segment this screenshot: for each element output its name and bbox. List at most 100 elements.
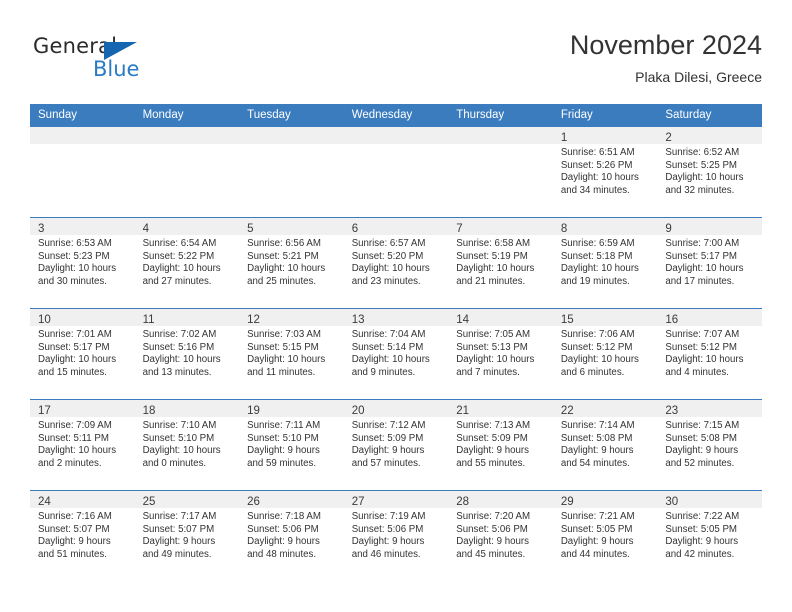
calendar-day-cell[interactable]: 28 Sunrise: 7:20 AM Sunset: 5:06 PM Dayligh…	[448, 490, 553, 581]
day-number-band: 23	[657, 400, 762, 417]
calendar-day-cell[interactable]: 15 Sunrise: 7:06 AM Sunset: 5:12 PM Dayligh…	[552, 308, 658, 400]
sunset-text: Sunset: 5:19 PM	[456, 250, 528, 262]
day-number: 18	[142, 405, 156, 417]
calendar-day-cell[interactable]: 3 Sunrise: 6:53 AM Sunset: 5:23 PM Daylight…	[30, 217, 135, 309]
day-sun-info	[344, 144, 449, 147]
day-sun-info: Sunrise: 6:58 AM Sunset: 5:19 PM Daylight:…	[448, 235, 553, 288]
day-sun-info: Sunrise: 6:59 AM Sunset: 5:18 PM Daylight:…	[553, 235, 658, 288]
sunset-text: Sunset: 5:26 PM	[560, 159, 633, 171]
sunset-text: Sunset: 5:16 PM	[142, 341, 215, 353]
daylight-text: Daylight: 9 hours and 57 minutes.	[351, 445, 425, 469]
day-sun-info: Sunrise: 7:18 AM Sunset: 5:06 PM Daylight:…	[239, 508, 344, 561]
sunrise-text: Sunrise: 7:07 AM	[665, 329, 740, 340]
sunrise-text: Sunrise: 7:21 AM	[560, 511, 635, 522]
daylight-text: Daylight: 9 hours and 51 minutes.	[38, 536, 111, 560]
calendar-day-cell[interactable]: 29 Sunrise: 7:21 AM Sunset: 5:05 PM Dayligh…	[552, 490, 658, 581]
sunrise-text: Sunrise: 6:52 AM	[665, 147, 740, 158]
calendar-day-cell[interactable]: 7 Sunrise: 6:58 AM Sunset: 5:19 PM Daylight…	[448, 217, 553, 309]
daylight-text: Daylight: 9 hours and 42 minutes.	[665, 536, 739, 560]
day-number-band: 28	[448, 491, 553, 508]
day-number: 10	[38, 314, 51, 326]
calendar-day-cell[interactable]: 20 Sunrise: 7:12 AM Sunset: 5:09 PM Dayligh…	[343, 399, 449, 491]
sunrise-text: Sunrise: 7:10 AM	[142, 420, 217, 431]
sunset-text: Sunset: 5:09 PM	[456, 432, 528, 444]
day-number: 2	[665, 132, 672, 144]
calendar-day-cell[interactable]: 9 Sunrise: 7:00 AM Sunset: 5:17 PM Daylight…	[657, 217, 762, 309]
calendar-day-cell[interactable]: 14 Sunrise: 7:05 AM Sunset: 5:13 PM Dayligh…	[448, 308, 553, 400]
calendar-table: Sunday Monday Tuesday Wednesday Thursday Frid…	[30, 104, 762, 581]
calendar-day-cell[interactable]: 17 Sunrise: 7:09 AM Sunset: 5:11 PM Dayligh…	[30, 399, 135, 491]
sunset-text: Sunset: 5:07 PM	[142, 523, 215, 535]
calendar-week-row: 24 Sunrise: 7:16 AM Sunset: 5:07 PM Dayligh…	[30, 490, 762, 581]
calendar-day-cell[interactable]: 25 Sunrise: 7:17 AM Sunset: 5:07 PM Dayligh…	[134, 490, 240, 581]
day-number: 4	[142, 223, 149, 235]
day-number: 20	[351, 405, 365, 417]
sunrise-text: Sunrise: 7:18 AM	[247, 511, 321, 522]
sunset-text: Sunset: 5:13 PM	[456, 341, 528, 353]
calendar-day-cell[interactable]: 10 Sunrise: 7:01 AM Sunset: 5:17 PM Dayligh…	[30, 308, 135, 400]
sunset-text: Sunset: 5:21 PM	[247, 250, 319, 262]
calendar-day-cell[interactable]: 16 Sunrise: 7:07 AM Sunset: 5:12 PM Dayligh…	[657, 308, 762, 400]
day-sun-info: Sunrise: 7:07 AM Sunset: 5:12 PM Daylight:…	[657, 326, 762, 379]
weekday-header-sunday: Sunday	[30, 104, 135, 127]
day-number-band: 24	[30, 491, 135, 508]
day-sun-info	[239, 144, 344, 147]
calendar-day-cell[interactable]: 30 Sunrise: 7:22 AM Sunset: 5:05 PM Dayligh…	[657, 490, 762, 581]
daylight-text: Daylight: 9 hours and 59 minutes.	[247, 445, 320, 469]
day-sun-info: Sunrise: 6:56 AM Sunset: 5:21 PM Daylight:…	[239, 235, 344, 288]
weekday-header-friday: Friday	[552, 104, 658, 127]
calendar-day-cell[interactable]: 5 Sunrise: 6:56 AM Sunset: 5:21 PM Daylight…	[239, 217, 344, 309]
calendar-day-cell[interactable]: 11 Sunrise: 7:02 AM Sunset: 5:16 PM Dayligh…	[134, 308, 240, 400]
daylight-text: Daylight: 10 hours and 32 minutes.	[665, 172, 744, 196]
calendar-day-cell[interactable]: 27 Sunrise: 7:19 AM Sunset: 5:06 PM Dayligh…	[343, 490, 449, 581]
calendar-day-cell[interactable]: 8 Sunrise: 6:59 AM Sunset: 5:18 PM Daylight…	[552, 217, 658, 309]
day-number-band	[343, 127, 449, 144]
sunset-text: Sunset: 5:14 PM	[351, 341, 424, 353]
calendar-day-cell[interactable]: 18 Sunrise: 7:10 AM Sunset: 5:10 PM Dayligh…	[134, 399, 240, 491]
day-number: 11	[142, 314, 155, 326]
day-number: 30	[665, 496, 679, 508]
day-number-band: 29	[552, 491, 658, 508]
day-number: 26	[247, 496, 260, 508]
daylight-text: Daylight: 9 hours and 52 minutes.	[665, 445, 739, 469]
daylight-text: Daylight: 9 hours and 48 minutes.	[247, 536, 320, 560]
day-number: 8	[560, 223, 568, 235]
calendar-day-cell[interactable]: 19 Sunrise: 7:11 AM Sunset: 5:10 PM Dayligh…	[239, 399, 344, 491]
sunset-text: Sunset: 5:06 PM	[456, 523, 528, 535]
calendar-day-cell-empty	[448, 126, 553, 218]
daylight-text: Daylight: 10 hours and 6 minutes.	[560, 354, 639, 378]
calendar-day-cell[interactable]: 12 Sunrise: 7:03 AM Sunset: 5:15 PM Dayligh…	[239, 308, 344, 400]
day-number-band: 22	[552, 400, 658, 417]
calendar-week-row: 1 Sunrise: 6:51 AM Sunset: 5:26 PM Daylight…	[30, 126, 762, 218]
sunset-text: Sunset: 5:10 PM	[142, 432, 215, 444]
calendar-week-row: 3 Sunrise: 6:53 AM Sunset: 5:23 PM Daylight…	[30, 217, 762, 309]
calendar-day-cell-empty	[239, 126, 344, 218]
calendar-day-cell[interactable]: 23 Sunrise: 7:15 AM Sunset: 5:08 PM Dayligh…	[657, 399, 762, 491]
sunrise-text: Sunrise: 7:09 AM	[38, 420, 112, 431]
day-sun-info: Sunrise: 7:10 AM Sunset: 5:10 PM Daylight:…	[135, 417, 240, 470]
sunrise-text: Sunrise: 7:15 AM	[665, 420, 740, 431]
sunset-text: Sunset: 5:23 PM	[38, 250, 110, 262]
calendar-day-cell[interactable]: 22 Sunrise: 7:14 AM Sunset: 5:08 PM Dayligh…	[552, 399, 658, 491]
calendar-page: General Blue November 2024 Plaka Dilesi,…	[0, 0, 792, 612]
day-number: 17	[38, 405, 51, 417]
daylight-text: Daylight: 10 hours and 34 minutes.	[560, 172, 639, 196]
sunset-text: Sunset: 5:17 PM	[665, 250, 737, 262]
calendar-day-cell[interactable]: 26 Sunrise: 7:18 AM Sunset: 5:06 PM Dayligh…	[239, 490, 344, 581]
daylight-text: Daylight: 10 hours and 15 minutes.	[38, 354, 117, 378]
calendar-day-cell[interactable]: 21 Sunrise: 7:13 AM Sunset: 5:09 PM Dayligh…	[448, 399, 553, 491]
day-sun-info: Sunrise: 7:20 AM Sunset: 5:06 PM Daylight:…	[448, 508, 553, 561]
calendar-day-cell[interactable]: 4 Sunrise: 6:54 AM Sunset: 5:22 PM Daylight…	[134, 217, 240, 309]
brand-logo[interactable]: General Blue	[33, 34, 213, 90]
sunset-text: Sunset: 5:22 PM	[142, 250, 215, 262]
day-number-band: 27	[343, 491, 449, 508]
calendar-day-cell[interactable]: 1 Sunrise: 6:51 AM Sunset: 5:26 PM Daylight…	[552, 126, 658, 218]
day-number-band: 16	[657, 309, 762, 326]
calendar-body: 1 Sunrise: 6:51 AM Sunset: 5:26 PM Daylight…	[30, 126, 762, 581]
day-sun-info: Sunrise: 6:52 AM Sunset: 5:25 PM Daylight:…	[657, 144, 762, 197]
calendar-day-cell[interactable]: 24 Sunrise: 7:16 AM Sunset: 5:07 PM Dayligh…	[30, 490, 135, 581]
calendar-day-cell[interactable]: 2 Sunrise: 6:52 AM Sunset: 5:25 PM Daylight…	[657, 126, 762, 218]
calendar-day-cell[interactable]: 13 Sunrise: 7:04 AM Sunset: 5:14 PM Dayligh…	[343, 308, 449, 400]
brand-name-blue: Blue	[93, 57, 140, 81]
calendar-day-cell[interactable]: 6 Sunrise: 6:57 AM Sunset: 5:20 PM Daylight…	[343, 217, 449, 309]
